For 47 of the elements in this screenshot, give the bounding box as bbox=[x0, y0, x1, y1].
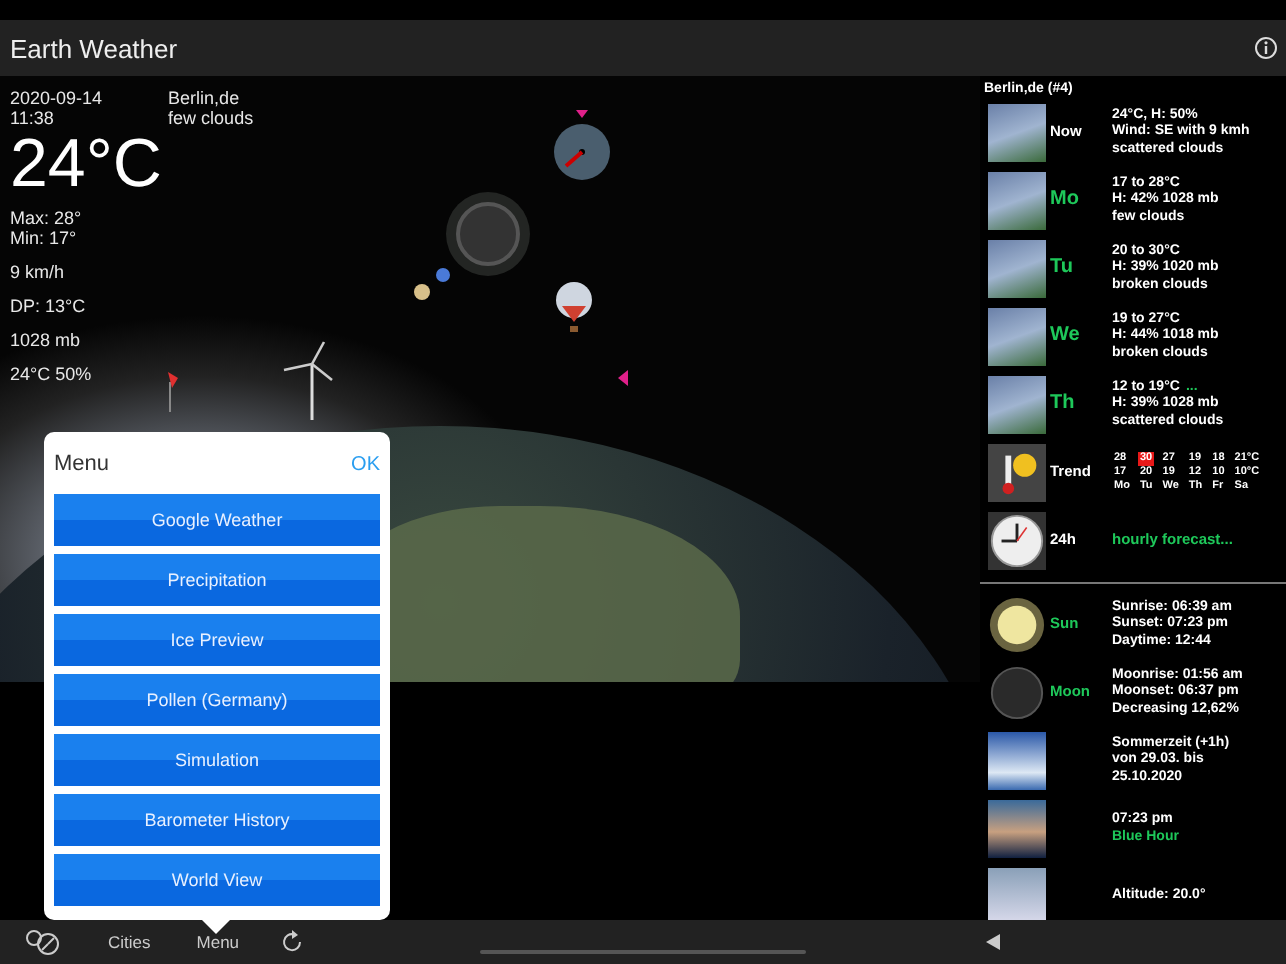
thermometer-sun-icon bbox=[988, 444, 1046, 502]
indoor-reading: 24°C 50% bbox=[10, 364, 94, 384]
moon-icon bbox=[444, 190, 532, 278]
weather-photo-placeholder bbox=[988, 104, 1046, 162]
row-label: We bbox=[1048, 328, 1082, 346]
menu-item[interactable]: Simulation bbox=[54, 734, 380, 786]
time-text: 11:38 bbox=[10, 108, 56, 128]
weather-photo-placeholder bbox=[988, 308, 1046, 366]
hot-air-balloon-icon bbox=[554, 282, 594, 334]
sun-icon bbox=[988, 596, 1046, 654]
max-temperature: Max: 28° bbox=[10, 208, 84, 228]
wind-speed: 9 km/h bbox=[10, 262, 67, 282]
weather-photo-placeholder bbox=[988, 376, 1046, 434]
menu-item[interactable]: Barometer History bbox=[54, 794, 380, 846]
menu-item[interactable]: Google Weather bbox=[54, 494, 380, 546]
dusk-photo-placeholder bbox=[988, 800, 1046, 858]
menu-title: Menu bbox=[54, 452, 110, 476]
ok-button[interactable]: OK bbox=[351, 453, 380, 475]
info-icon[interactable] bbox=[1254, 36, 1278, 60]
back-arrow-icon[interactable] bbox=[986, 934, 1000, 950]
row-label: Tu bbox=[1048, 260, 1075, 278]
row-label: Mo bbox=[1048, 192, 1081, 210]
clock-icon bbox=[988, 512, 1046, 570]
weather-photo-placeholder bbox=[988, 172, 1046, 230]
condition-text: few clouds bbox=[168, 108, 254, 128]
menu-item[interactable]: Pollen (Germany) bbox=[54, 674, 380, 726]
refresh-icon[interactable] bbox=[279, 930, 304, 954]
menu-item[interactable]: Precipitation bbox=[54, 554, 380, 606]
window-title: Earth Weather bbox=[10, 33, 178, 63]
temperature-reading: 24°C bbox=[10, 128, 164, 200]
pressure-reading: 1028 mb bbox=[10, 330, 83, 350]
menu-button[interactable]: Menu bbox=[196, 932, 240, 952]
menu-item[interactable]: World View bbox=[54, 854, 380, 906]
windsock-icon bbox=[164, 372, 180, 412]
sky-photo-placeholder bbox=[988, 732, 1046, 790]
row-label: Th bbox=[1048, 396, 1077, 414]
gauge-icon bbox=[552, 110, 612, 182]
earth-photo-placeholder bbox=[988, 868, 1046, 920]
weather-photo-placeholder bbox=[988, 240, 1046, 298]
triangle-marker-icon bbox=[618, 370, 628, 386]
dew-point: DP: 13°C bbox=[10, 296, 88, 316]
menu-item[interactable]: Ice Preview bbox=[54, 614, 380, 666]
location-text: Berlin,de bbox=[168, 88, 242, 108]
date-text: 2020-09-14 bbox=[10, 88, 103, 108]
min-temperature: Min: 17° bbox=[10, 228, 79, 248]
moon-icon bbox=[988, 664, 1046, 722]
cities-button[interactable]: Cities bbox=[108, 932, 151, 952]
